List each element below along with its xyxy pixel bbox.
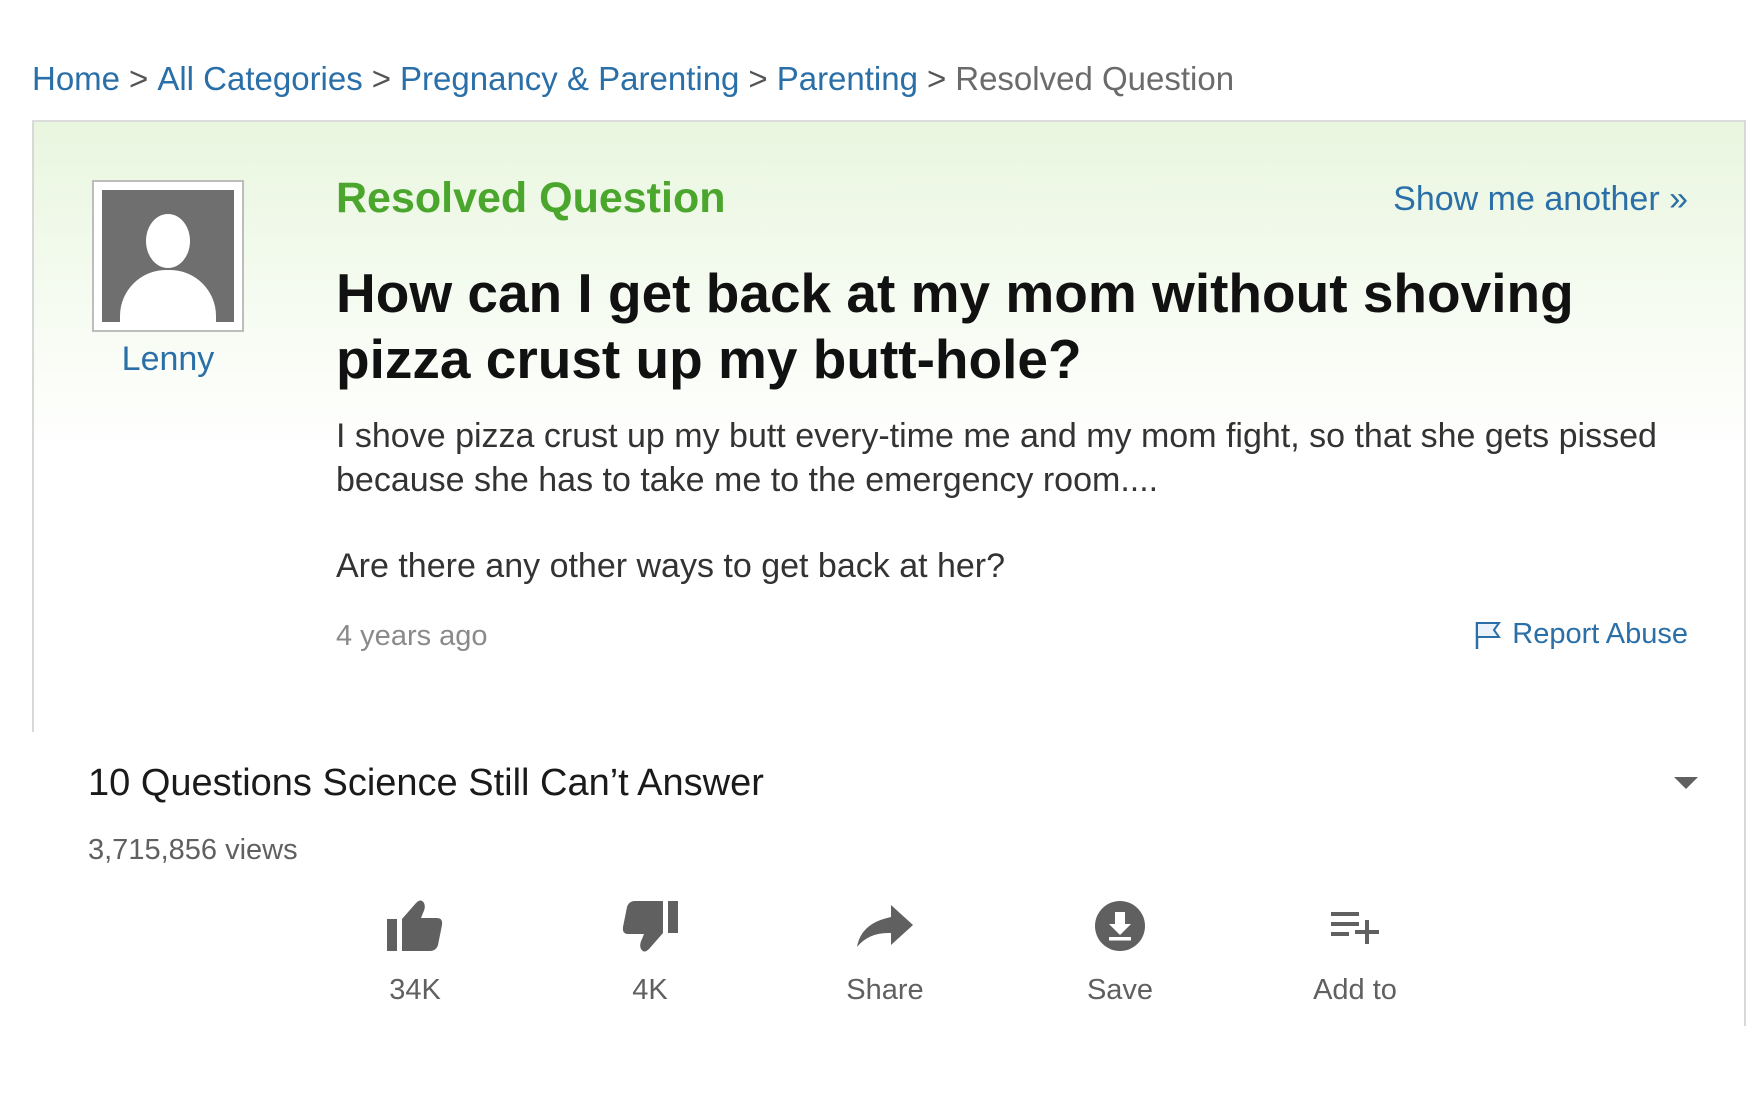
breadcrumb-pregnancy-parenting[interactable]: Pregnancy & Parenting bbox=[400, 60, 739, 97]
thumb-up-icon bbox=[387, 900, 443, 951]
add-to-playlist-button[interactable]: Add to bbox=[1265, 896, 1445, 1007]
dislike-button[interactable]: 4K bbox=[560, 896, 740, 1007]
question-card: Lenny Resolved Question Show me another … bbox=[32, 120, 1746, 732]
breadcrumb-parenting[interactable]: Parenting bbox=[777, 60, 918, 97]
breadcrumb-home[interactable]: Home bbox=[32, 60, 120, 97]
breadcrumb-separator: > bbox=[926, 60, 947, 97]
breadcrumb-separator: > bbox=[371, 60, 392, 97]
avatar[interactable] bbox=[92, 180, 244, 332]
breadcrumb: Home > All Categories > Pregnancy & Parentin… bbox=[32, 60, 1234, 98]
dislike-count: 4K bbox=[632, 974, 668, 1006]
breadcrumb-separator: > bbox=[748, 60, 768, 97]
like-button[interactable]: 34K bbox=[325, 896, 505, 1007]
playlist-add-icon bbox=[1331, 912, 1379, 944]
show-another-link[interactable]: Show me another » bbox=[1393, 180, 1688, 219]
share-arrow-icon bbox=[857, 905, 913, 947]
question-title: How can I get back at my mom without sho… bbox=[336, 262, 1574, 390]
video-title: 10 Questions Science Still Can’t Answer bbox=[88, 762, 764, 804]
like-count: 34K bbox=[389, 974, 441, 1006]
download-circle-icon bbox=[1095, 901, 1145, 951]
save-button[interactable]: Save bbox=[1030, 896, 1210, 1007]
breadcrumb-all-categories[interactable]: All Categories bbox=[157, 60, 362, 97]
view-count: 3,715,856 views bbox=[88, 834, 298, 866]
author-name[interactable]: Lenny bbox=[92, 340, 244, 379]
share-label: Share bbox=[846, 974, 924, 1006]
question-timestamp: 4 years ago bbox=[336, 620, 488, 652]
chevron-down-icon[interactable] bbox=[1672, 774, 1700, 792]
breadcrumb-separator: > bbox=[129, 60, 149, 97]
thumb-down-icon bbox=[622, 901, 678, 952]
flag-icon bbox=[1472, 619, 1504, 651]
add-to-label: Add to bbox=[1313, 974, 1397, 1006]
question-body-paragraph: I shove pizza crust up my butt every-tim… bbox=[336, 417, 1657, 499]
question-status-title: Resolved Question bbox=[336, 174, 726, 222]
video-action-bar: 34K 4K Share Save Add to bbox=[0, 896, 1758, 1006]
share-button[interactable]: Share bbox=[795, 896, 975, 1007]
report-abuse-label: Report Abuse bbox=[1512, 618, 1688, 650]
user-silhouette-icon bbox=[102, 190, 234, 322]
report-abuse-link[interactable]: Report Abuse bbox=[1472, 618, 1688, 651]
question-body-paragraph: Are there any other ways to get back at … bbox=[336, 547, 1006, 585]
breadcrumb-current: Resolved Question bbox=[955, 60, 1235, 97]
question-body: I shove pizza crust up my butt every-tim… bbox=[336, 414, 1696, 588]
save-label: Save bbox=[1086, 974, 1154, 1006]
